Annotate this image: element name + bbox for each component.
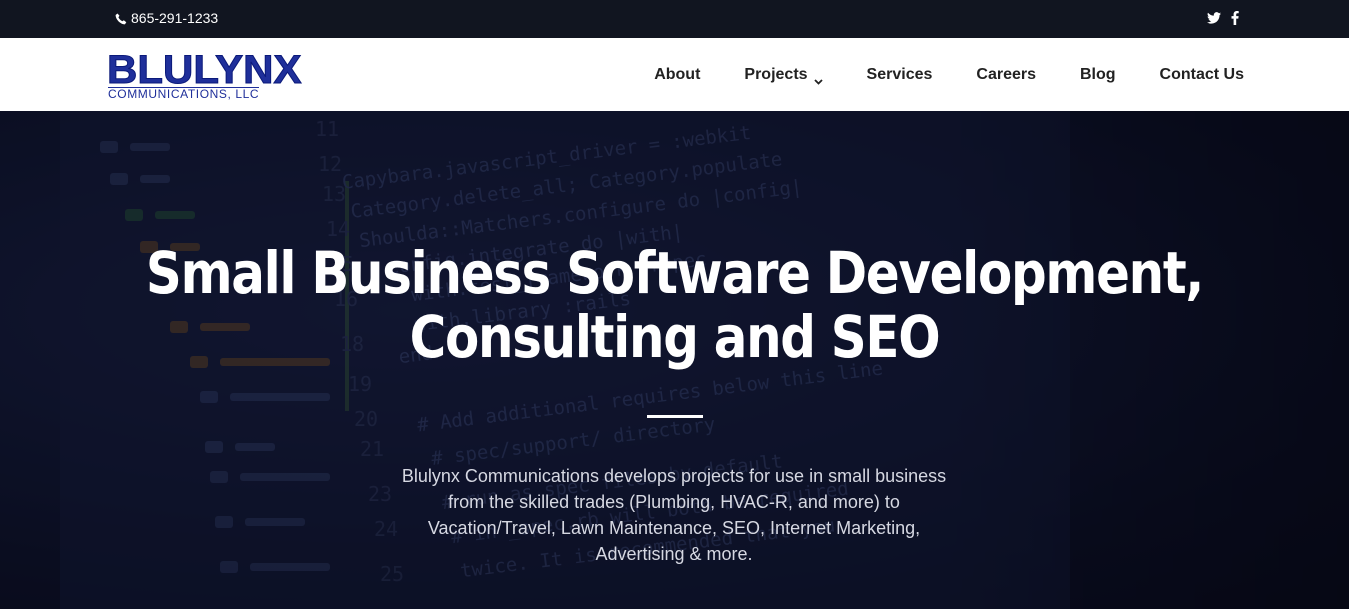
hero-description-line: Advertising & more. [595, 544, 753, 564]
hero-divider [647, 415, 703, 418]
hero-description-line: Blulynx Communications develops projects… [401, 466, 947, 486]
nav-projects[interactable]: Projects [744, 65, 823, 85]
main-nav: About Projects Services Careers Blog Con… [610, 38, 1244, 111]
social-links [1207, 11, 1245, 25]
hero-title-line2: Consulting and SEO [409, 303, 941, 371]
twitter-icon[interactable] [1207, 11, 1221, 25]
nav-blog-label: Blog [1080, 65, 1116, 83]
nav-about-label: About [654, 65, 701, 83]
nav-blog[interactable]: Blog [1080, 66, 1116, 84]
logo-subtitle: COMMUNICATIONS, LLC [108, 87, 260, 101]
phone-number: 865-291-1233 [131, 10, 219, 26]
logo-wordmark: BLULYNX [106, 48, 302, 92]
hero-description-line: from the skilled trades (Plumbing, HVAC-… [448, 492, 900, 512]
hero-description-line: Vacation/Travel, Lawn Maintenance, SEO, … [427, 518, 921, 538]
top-bar: 865-291-1233 [0, 0, 1349, 38]
nav-about[interactable]: About [654, 66, 700, 84]
nav-contact[interactable]: Contact Us [1160, 66, 1244, 84]
nav-projects-label: Projects [744, 65, 808, 83]
phone-contact[interactable]: 865-291-1233 [115, 10, 218, 26]
hero-description: Blulynx Communications develops projects… [374, 463, 974, 567]
site-header: BLULYNX COMMUNICATIONS, LLC About Projec… [0, 38, 1349, 111]
hero-section: 111213 141516 181920 212324 25 Capybara.… [0, 111, 1349, 609]
nav-careers-label: Careers [976, 65, 1036, 83]
company-logo[interactable]: BLULYNX COMMUNICATIONS, LLC [106, 48, 327, 101]
nav-services-label: Services [866, 65, 933, 83]
phone-icon [115, 12, 127, 25]
hero-title-line1: Small Business Software Development, [145, 239, 1204, 307]
hero-title: Small Business Software Development, Con… [94, 241, 1254, 369]
nav-careers[interactable]: Careers [976, 66, 1036, 84]
facebook-icon[interactable] [1231, 11, 1245, 25]
nav-services[interactable]: Services [867, 66, 933, 84]
chevron-down-icon [813, 72, 823, 85]
nav-contact-label: Contact Us [1159, 65, 1244, 83]
